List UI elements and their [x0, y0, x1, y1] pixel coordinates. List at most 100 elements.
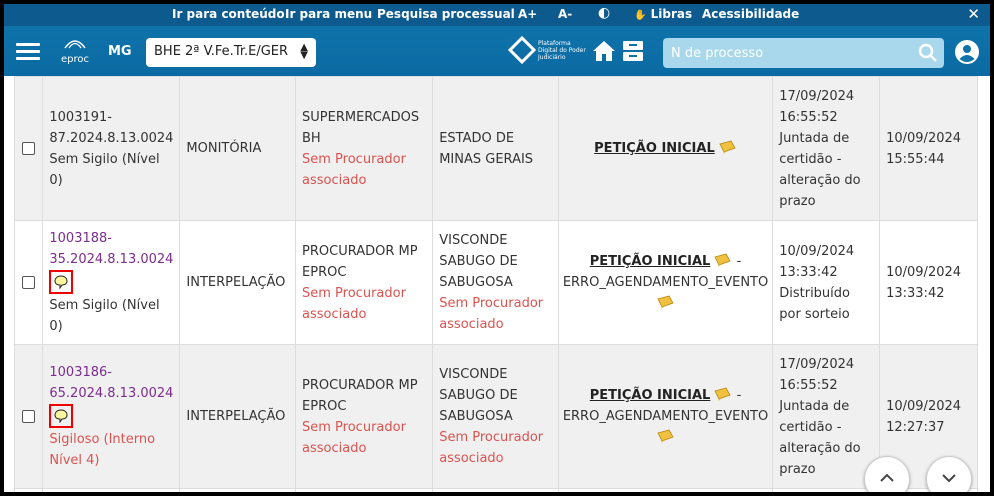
petition-event: ERRO_AGENDAMENTO_EVENTO	[562, 409, 769, 424]
row-checkbox[interactable]	[22, 142, 36, 155]
hand-icon: ✋	[634, 10, 647, 21]
process-table-container: 1003191-87.2024.8.13.0024 Sem Sigilo (Ní…	[14, 76, 978, 492]
petition-link[interactable]: PETIÇÃO INICIAL	[590, 388, 711, 403]
chevron-up-icon	[880, 473, 894, 482]
process-number-cell: 1003188-35.2024.8.13.0024 Sem Sigilo (Ní…	[42, 220, 181, 345]
note-icon[interactable]	[656, 295, 675, 309]
row-checkbox[interactable]	[22, 276, 36, 289]
last-movement: 10/09/2024 13:33:42 Distribuído por sort…	[779, 243, 855, 322]
secrecy-level: Sigiloso (Interno Nível 4)	[49, 432, 156, 468]
distribution-date: 10/09/2024 13:33:42	[886, 264, 962, 301]
table-row: 1003191-87.2024.8.13.0024 Sem Sigilo (Ní…	[14, 76, 978, 221]
window-frame: Ir para conteúdo Ir para menu Pesquisa p…	[0, 0, 994, 496]
defendant-attorney: Sem Procurador associado	[439, 430, 544, 466]
user-code: MG	[108, 44, 132, 59]
row-checkbox[interactable]	[22, 410, 36, 423]
select-cell	[14, 76, 44, 221]
user-icon[interactable]	[955, 40, 979, 64]
petition-cell: PETIÇÃO INICIAL - ERRO_AGENDAMENTO_EVENTO	[557, 220, 774, 345]
plaintiff-attorney: Sem Procurador associado	[302, 419, 406, 456]
table-row: 1003186-65.2024.8.13.0024 Sigiloso (Inte…	[14, 344, 978, 489]
font-decrease-button[interactable]: A-	[558, 7, 572, 21]
menu-icon[interactable]	[16, 43, 40, 61]
libras-button[interactable]: ✋ Libras	[634, 7, 692, 21]
speech-bubble-icon	[54, 409, 68, 423]
select-cell	[14, 220, 44, 345]
process-class: INTERPELAÇÃO	[186, 409, 286, 424]
search-icon[interactable]	[918, 43, 938, 63]
secrecy-level: Sem Sigilo (Nível 0)	[49, 151, 160, 188]
skip-to-menu-link[interactable]: Ir para menu	[285, 7, 372, 21]
last-movement: 17/09/2024 16:55:52 Juntada de certidão …	[779, 88, 861, 209]
note-icon[interactable]	[714, 387, 732, 401]
secrecy-level: Sem Sigilo (Nível 0)	[49, 298, 160, 334]
accessibility-link[interactable]: Acessibilidade	[702, 7, 799, 21]
process-number-input[interactable]	[663, 38, 903, 68]
chevron-down-icon	[942, 474, 956, 483]
process-number-cell: 1003186-65.2024.8.13.0024 Sigiloso (Inte…	[42, 344, 181, 489]
petition-link[interactable]: PETIÇÃO INICIAL	[590, 254, 711, 269]
petition-cell: PETIÇÃO INICIAL	[557, 76, 774, 221]
plaintiff-name: PROCURADOR MP EPROC	[302, 243, 418, 280]
class-cell: INTERPELAÇÃO	[179, 344, 297, 489]
reminder-wrap	[49, 270, 173, 295]
defendant-attorney: Sem Procurador associado	[439, 296, 544, 332]
plaintiff-name: PROCURADOR MP EPROC	[302, 377, 418, 414]
process-search-link[interactable]: Pesquisa processual	[377, 7, 515, 21]
date-cell: 10/09/2024 13:33:42	[879, 220, 978, 345]
distribution-date: 10/09/2024 15:55:44	[886, 130, 962, 167]
petition-link[interactable]: PETIÇÃO INICIAL	[594, 141, 715, 156]
note-icon[interactable]	[719, 140, 737, 154]
process-class: INTERPELAÇÃO	[186, 275, 286, 290]
process-number[interactable]: 1003188-35.2024.8.13.0024	[49, 231, 173, 267]
last-movement: 17/09/2024 16:55:52 Juntada de certidão …	[779, 356, 861, 477]
process-number[interactable]: 1003186-65.2024.8.13.0024	[49, 365, 173, 401]
distribution-date: 10/09/2024 12:27:37	[886, 398, 962, 435]
pdpj-diamond-icon	[507, 35, 537, 65]
logo-text: eproc	[60, 54, 89, 65]
reminder-button[interactable]	[49, 404, 74, 428]
font-increase-button[interactable]: A+	[518, 7, 537, 21]
reminder-wrap	[49, 404, 173, 429]
defendant-name: ESTADO DE MINAS GERAIS	[439, 130, 534, 167]
libras-label: Libras	[650, 7, 693, 21]
note-icon[interactable]	[714, 253, 732, 267]
court-select[interactable]: BHE 2ª V.Fe.Tr.E/GER ▲ ▼	[146, 38, 316, 67]
plaintiff-attorney: Sem Procurador associado	[302, 151, 406, 188]
close-icon[interactable]: ✕	[967, 5, 980, 23]
process-number-cell: 1003191-87.2024.8.13.0024 Sem Sigilo (Ní…	[42, 76, 181, 221]
defendant-name: VISCONDE SABUGO DE SABUGOSA	[439, 233, 518, 290]
note-icon[interactable]	[656, 429, 675, 443]
process-search	[663, 38, 944, 68]
skip-to-content-link[interactable]: Ir para conteúdo	[172, 7, 285, 21]
class-cell: MONITÓRIA	[179, 76, 297, 221]
sort-arrows-icon: ▲ ▼	[300, 42, 308, 61]
table-row: 1003188-35.2024.8.13.0024 Sem Sigilo (Ní…	[14, 220, 978, 345]
speech-bubble-icon	[54, 275, 68, 289]
defendant-cell: VISCONDE SABUGO DE SABUGOSA Sem Procurad…	[432, 220, 559, 345]
pdpj-label: Plataforma Digital do Poder Judiciário	[538, 40, 586, 61]
logo-mark-icon	[60, 36, 90, 54]
plaintiff-name: SUPERMERCADOS BH	[302, 109, 420, 146]
court-select-value: BHE 2ª V.Fe.Tr.E/GER	[154, 44, 289, 59]
plaintiff-cell: PROCURADOR MP EPROC Sem Procurador assoc…	[295, 220, 434, 345]
defendant-name: VISCONDE SABUGO DE SABUGOSA	[439, 367, 518, 424]
app-header: eproc MG BHE 2ª V.Fe.Tr.E/GER ▲ ▼ Platafo…	[4, 26, 990, 76]
last-movement-cell: 17/09/2024 16:55:52 Juntada de certidão …	[772, 76, 881, 221]
eproc-logo[interactable]: eproc	[60, 36, 90, 68]
page: Ir para conteúdo Ir para menu Pesquisa p…	[4, 4, 990, 492]
process-table: 1003191-87.2024.8.13.0024 Sem Sigilo (Ní…	[14, 76, 978, 492]
process-number[interactable]: 1003191-87.2024.8.13.0024	[49, 110, 173, 146]
defendant-cell: VISCONDE SABUGO DE SABUGOSA Sem Procurad…	[432, 344, 559, 489]
inbox-icon[interactable]	[621, 39, 645, 63]
reminder-button[interactable]	[49, 270, 74, 294]
select-cell	[14, 344, 44, 489]
class-cell: INTERPELAÇÃO	[179, 220, 297, 345]
plaintiff-attorney: Sem Procurador associado	[302, 285, 406, 322]
petition-cell: PETIÇÃO INICIAL - ERRO_AGENDAMENTO_EVENTO	[557, 344, 774, 489]
pdpj-logo[interactable]: Plataforma Digital do Poder Judiciário	[507, 35, 590, 66]
plaintiff-cell: PROCURADOR MP EPROC Sem Procurador assoc…	[295, 344, 434, 489]
contrast-icon[interactable]: ◐	[598, 5, 610, 21]
defendant-cell: ESTADO DE MINAS GERAIS	[432, 76, 559, 221]
home-icon[interactable]	[592, 39, 616, 63]
